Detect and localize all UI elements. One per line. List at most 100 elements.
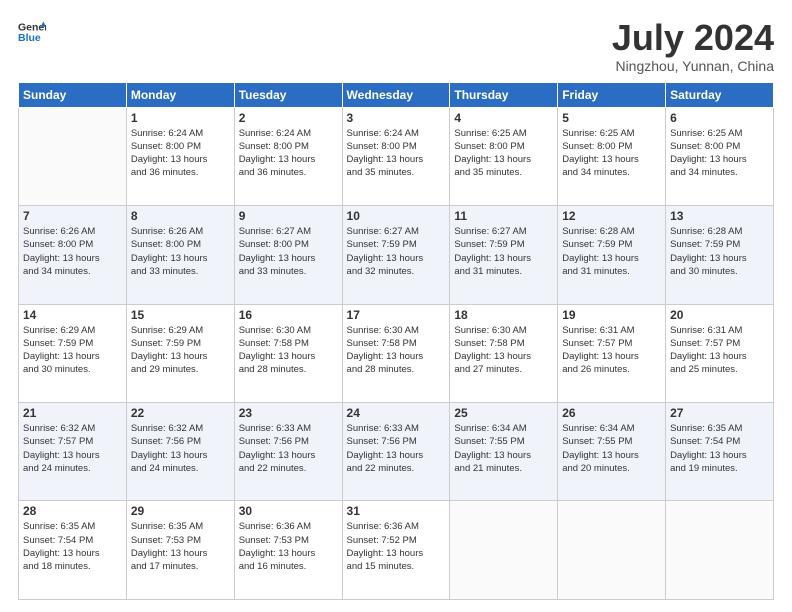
table-row: 15 Sunrise: 6:29 AMSunset: 7:59 PMDayligh…	[126, 304, 234, 402]
table-row: 5 Sunrise: 6:25 AMSunset: 8:00 PMDaylight…	[558, 107, 666, 205]
day-number: 16	[239, 308, 338, 322]
table-row: 31 Sunrise: 6:36 AMSunset: 7:52 PMDayligh…	[342, 501, 450, 600]
day-number: 13	[670, 209, 769, 223]
day-number: 30	[239, 504, 338, 518]
table-row	[558, 501, 666, 600]
day-number: 25	[454, 406, 553, 420]
day-info: Sunrise: 6:29 AMSunset: 7:59 PMDaylight:…	[131, 324, 230, 377]
day-number: 18	[454, 308, 553, 322]
table-row	[450, 501, 558, 600]
day-number: 27	[670, 406, 769, 420]
day-number: 19	[562, 308, 661, 322]
table-row: 4 Sunrise: 6:25 AMSunset: 8:00 PMDaylight…	[450, 107, 558, 205]
day-info: Sunrise: 6:28 AMSunset: 7:59 PMDaylight:…	[670, 225, 769, 278]
table-row: 22Sunrise: 6:32 AMSunset: 7:56 PMDayligh…	[126, 403, 234, 501]
table-row: 11 Sunrise: 6:27 AMSunset: 7:59 PMDayligh…	[450, 206, 558, 304]
svg-text:Blue: Blue	[18, 32, 41, 44]
day-info: Sunrise: 6:26 AMSunset: 8:00 PMDaylight:…	[23, 225, 122, 278]
calendar-header-row: Sunday Monday Tuesday Wednesday Thursday…	[19, 82, 774, 107]
day-number: 31	[347, 504, 446, 518]
page: General Blue July 2024 Ningzhou, Yunnan,…	[0, 0, 792, 612]
table-row: 28 Sunrise: 6:35 AMSunset: 7:54 PMDayligh…	[19, 501, 127, 600]
day-info: Sunrise: 6:32 AMSunset: 7:56 PMDaylight:…	[131, 422, 230, 475]
calendar-week-row: 14 Sunrise: 6:29 AMSunset: 7:59 PMDayligh…	[19, 304, 774, 402]
col-thursday: Thursday	[450, 82, 558, 107]
header: General Blue July 2024 Ningzhou, Yunnan,…	[18, 18, 774, 74]
day-info: Sunrise: 6:33 AMSunset: 7:56 PMDaylight:…	[347, 422, 446, 475]
table-row: 12 Sunrise: 6:28 AMSunset: 7:59 PMDayligh…	[558, 206, 666, 304]
day-info: Sunrise: 6:36 AMSunset: 7:52 PMDaylight:…	[347, 520, 446, 573]
table-row: 26 Sunrise: 6:34 AMSunset: 7:55 PMDayligh…	[558, 403, 666, 501]
day-info: Sunrise: 6:25 AMSunset: 8:00 PMDaylight:…	[454, 127, 553, 180]
day-info: Sunrise: 6:27 AMSunset: 7:59 PMDaylight:…	[454, 225, 553, 278]
day-info: Sunrise: 6:30 AMSunset: 7:58 PMDaylight:…	[239, 324, 338, 377]
day-info: Sunrise: 6:27 AMSunset: 7:59 PMDaylight:…	[347, 225, 446, 278]
table-row: 3 Sunrise: 6:24 AMSunset: 8:00 PMDaylight…	[342, 107, 450, 205]
day-number: 3	[347, 111, 446, 125]
day-number: 8	[131, 209, 230, 223]
day-number: 15	[131, 308, 230, 322]
table-row: 23 Sunrise: 6:33 AMSunset: 7:56 PMDayligh…	[234, 403, 342, 501]
day-info: Sunrise: 6:24 AMSunset: 8:00 PMDaylight:…	[131, 127, 230, 180]
day-info: Sunrise: 6:30 AMSunset: 7:58 PMDaylight:…	[347, 324, 446, 377]
day-info: Sunrise: 6:25 AMSunset: 8:00 PMDaylight:…	[670, 127, 769, 180]
day-info: Sunrise: 6:32 AMSunset: 7:57 PMDaylight:…	[23, 422, 122, 475]
day-number: 20	[670, 308, 769, 322]
day-info: Sunrise: 6:31 AMSunset: 7:57 PMDaylight:…	[562, 324, 661, 377]
day-info: Sunrise: 6:34 AMSunset: 7:55 PMDaylight:…	[562, 422, 661, 475]
table-row: 29 Sunrise: 6:35 AMSunset: 7:53 PMDayligh…	[126, 501, 234, 600]
col-saturday: Saturday	[666, 82, 774, 107]
location: Ningzhou, Yunnan, China	[612, 58, 774, 74]
day-info: Sunrise: 6:31 AMSunset: 7:57 PMDaylight:…	[670, 324, 769, 377]
day-number: 5	[562, 111, 661, 125]
day-info: Sunrise: 6:33 AMSunset: 7:56 PMDaylight:…	[239, 422, 338, 475]
table-row: 1 Sunrise: 6:24 AMSunset: 8:00 PMDaylight…	[126, 107, 234, 205]
calendar: Sunday Monday Tuesday Wednesday Thursday…	[18, 82, 774, 600]
table-row: 7Sunrise: 6:26 AMSunset: 8:00 PMDaylight…	[19, 206, 127, 304]
day-info: Sunrise: 6:26 AMSunset: 8:00 PMDaylight:…	[131, 225, 230, 278]
day-number: 12	[562, 209, 661, 223]
table-row: 16 Sunrise: 6:30 AMSunset: 7:58 PMDayligh…	[234, 304, 342, 402]
day-info: Sunrise: 6:28 AMSunset: 7:59 PMDaylight:…	[562, 225, 661, 278]
table-row: 6 Sunrise: 6:25 AMSunset: 8:00 PMDaylight…	[666, 107, 774, 205]
col-wednesday: Wednesday	[342, 82, 450, 107]
month-title: July 2024	[612, 18, 774, 58]
table-row: 14Sunrise: 6:29 AMSunset: 7:59 PMDayligh…	[19, 304, 127, 402]
day-number: 28	[23, 504, 122, 518]
day-number: 29	[131, 504, 230, 518]
title-block: July 2024 Ningzhou, Yunnan, China	[612, 18, 774, 74]
day-number: 9	[239, 209, 338, 223]
day-info: Sunrise: 6:25 AMSunset: 8:00 PMDaylight:…	[562, 127, 661, 180]
logo: General Blue	[18, 18, 46, 46]
day-info: Sunrise: 6:35 AMSunset: 7:53 PMDaylight:…	[131, 520, 230, 573]
table-row: 25Sunrise: 6:34 AMSunset: 7:55 PMDayligh…	[450, 403, 558, 501]
day-number: 23	[239, 406, 338, 420]
table-row: 8 Sunrise: 6:26 AMSunset: 8:00 PMDaylight…	[126, 206, 234, 304]
day-number: 24	[347, 406, 446, 420]
day-info: Sunrise: 6:24 AMSunset: 8:00 PMDaylight:…	[347, 127, 446, 180]
day-number: 26	[562, 406, 661, 420]
day-number: 17	[347, 308, 446, 322]
calendar-week-row: 28 Sunrise: 6:35 AMSunset: 7:54 PMDayligh…	[19, 501, 774, 600]
day-info: Sunrise: 6:35 AMSunset: 7:54 PMDaylight:…	[23, 520, 122, 573]
table-row: 2 Sunrise: 6:24 AMSunset: 8:00 PMDaylight…	[234, 107, 342, 205]
day-number: 21	[23, 406, 122, 420]
table-row: 20 Sunrise: 6:31 AMSunset: 7:57 PMDayligh…	[666, 304, 774, 402]
day-number: 4	[454, 111, 553, 125]
col-sunday: Sunday	[19, 82, 127, 107]
table-row	[19, 107, 127, 205]
day-info: Sunrise: 6:30 AMSunset: 7:58 PMDaylight:…	[454, 324, 553, 377]
table-row: 19 Sunrise: 6:31 AMSunset: 7:57 PMDayligh…	[558, 304, 666, 402]
table-row: 13 Sunrise: 6:28 AMSunset: 7:59 PMDayligh…	[666, 206, 774, 304]
day-number: 6	[670, 111, 769, 125]
day-info: Sunrise: 6:24 AMSunset: 8:00 PMDaylight:…	[239, 127, 338, 180]
table-row	[666, 501, 774, 600]
day-info: Sunrise: 6:36 AMSunset: 7:53 PMDaylight:…	[239, 520, 338, 573]
day-number: 2	[239, 111, 338, 125]
day-number: 14	[23, 308, 122, 322]
day-number: 11	[454, 209, 553, 223]
calendar-week-row: 21 Sunrise: 6:32 AMSunset: 7:57 PMDayligh…	[19, 403, 774, 501]
logo-icon: General Blue	[18, 18, 46, 46]
table-row: 10Sunrise: 6:27 AMSunset: 7:59 PMDayligh…	[342, 206, 450, 304]
day-number: 1	[131, 111, 230, 125]
